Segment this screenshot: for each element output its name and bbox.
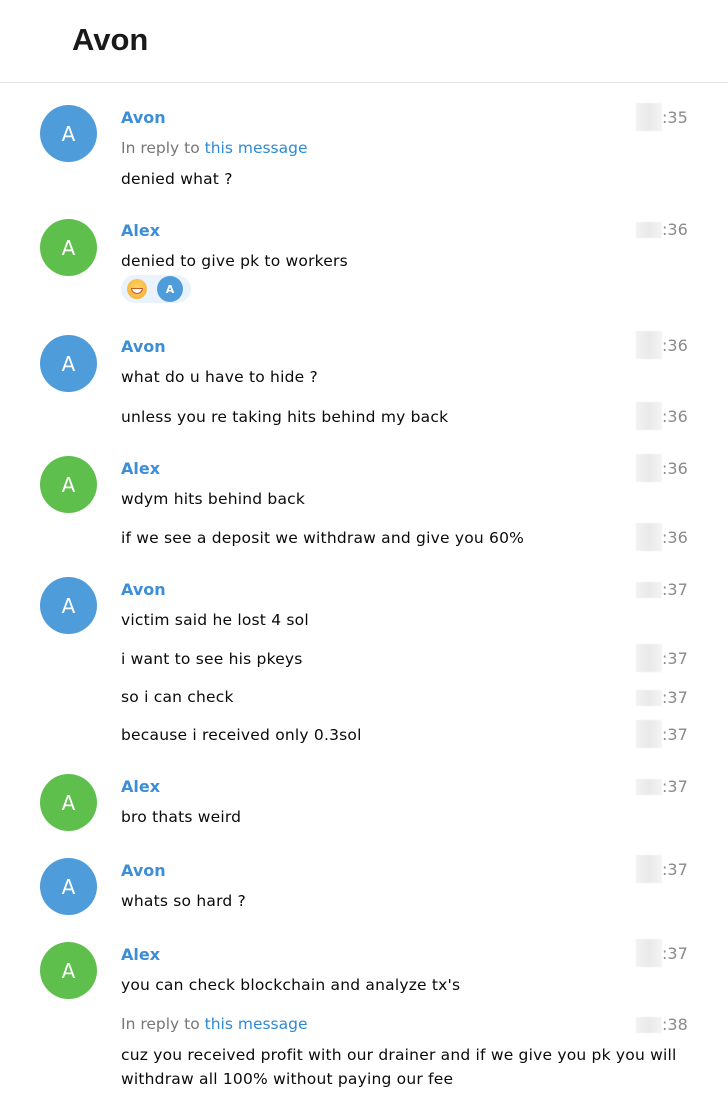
avatar[interactable]: A bbox=[40, 456, 97, 513]
message-text: i want to see his pkeys bbox=[121, 650, 303, 668]
message-text: victim said he lost 4 sol bbox=[121, 611, 309, 629]
grinning-emoji-icon bbox=[127, 279, 147, 299]
message-time: :35 bbox=[636, 103, 688, 131]
sender-name[interactable]: Avon bbox=[121, 108, 166, 127]
message-text: denied what ? bbox=[121, 170, 233, 188]
avatar[interactable]: A bbox=[40, 774, 97, 831]
sender-name[interactable]: Avon bbox=[121, 337, 166, 356]
sender-name[interactable]: Avon bbox=[121, 861, 166, 880]
message-time: :37 bbox=[636, 580, 688, 599]
message-time: :38 bbox=[636, 1015, 688, 1034]
message-time: :36 bbox=[636, 454, 688, 482]
message-text: whats so hard ? bbox=[121, 892, 246, 910]
sender-name[interactable]: Alex bbox=[121, 777, 160, 796]
message-text-line-2: withdraw all 100% without paying our fee bbox=[121, 1070, 454, 1088]
avatar[interactable]: A bbox=[40, 335, 97, 392]
avatar[interactable]: A bbox=[40, 105, 97, 162]
message-text: because i received only 0.3sol bbox=[121, 726, 362, 744]
chat-title: Avon bbox=[72, 22, 149, 57]
reply-reference: In reply to this message bbox=[121, 139, 308, 157]
message-text: you can check blockchain and analyze tx'… bbox=[121, 976, 461, 994]
reaction-chip[interactable]: A bbox=[121, 275, 191, 303]
message-time: :37 bbox=[636, 720, 688, 748]
sender-name[interactable]: Alex bbox=[121, 945, 160, 964]
reply-reference: In reply to this message bbox=[121, 1015, 308, 1033]
message-time: :37 bbox=[636, 644, 688, 672]
reply-link[interactable]: this message bbox=[205, 1015, 308, 1033]
message-time: :36 bbox=[636, 220, 688, 239]
message-time: :37 bbox=[636, 939, 688, 967]
sender-name[interactable]: Avon bbox=[121, 580, 166, 599]
reply-prefix: In reply to bbox=[121, 1015, 200, 1033]
avatar[interactable]: A bbox=[40, 577, 97, 634]
avatar[interactable]: A bbox=[40, 219, 97, 276]
message-text: unless you re taking hits behind my back bbox=[121, 408, 449, 426]
sender-name[interactable]: Alex bbox=[121, 459, 160, 478]
message-text: if we see a deposit we withdraw and give… bbox=[121, 529, 525, 547]
reaction-user-avatar: A bbox=[157, 276, 183, 302]
avatar[interactable]: A bbox=[40, 858, 97, 915]
avatar[interactable]: A bbox=[40, 942, 97, 999]
message-time: :36 bbox=[636, 331, 688, 359]
message-time: :37 bbox=[636, 855, 688, 883]
message-text: what do u have to hide ? bbox=[121, 368, 318, 386]
message-text: so i can check bbox=[121, 688, 234, 706]
message-time: :36 bbox=[636, 523, 688, 551]
message-time: :36 bbox=[636, 402, 688, 430]
sender-name[interactable]: Alex bbox=[121, 221, 160, 240]
message-text-line-1: cuz you received profit with our drainer… bbox=[121, 1046, 677, 1064]
reply-link[interactable]: this message bbox=[205, 139, 308, 157]
message-text: wdym hits behind back bbox=[121, 490, 306, 508]
message-time: :37 bbox=[636, 688, 688, 707]
message-text: bro thats weird bbox=[121, 808, 242, 826]
message-text: denied to give pk to workers bbox=[121, 252, 348, 270]
message-time: :37 bbox=[636, 777, 688, 796]
chat-header: Avon bbox=[0, 0, 728, 83]
reply-prefix: In reply to bbox=[121, 139, 200, 157]
